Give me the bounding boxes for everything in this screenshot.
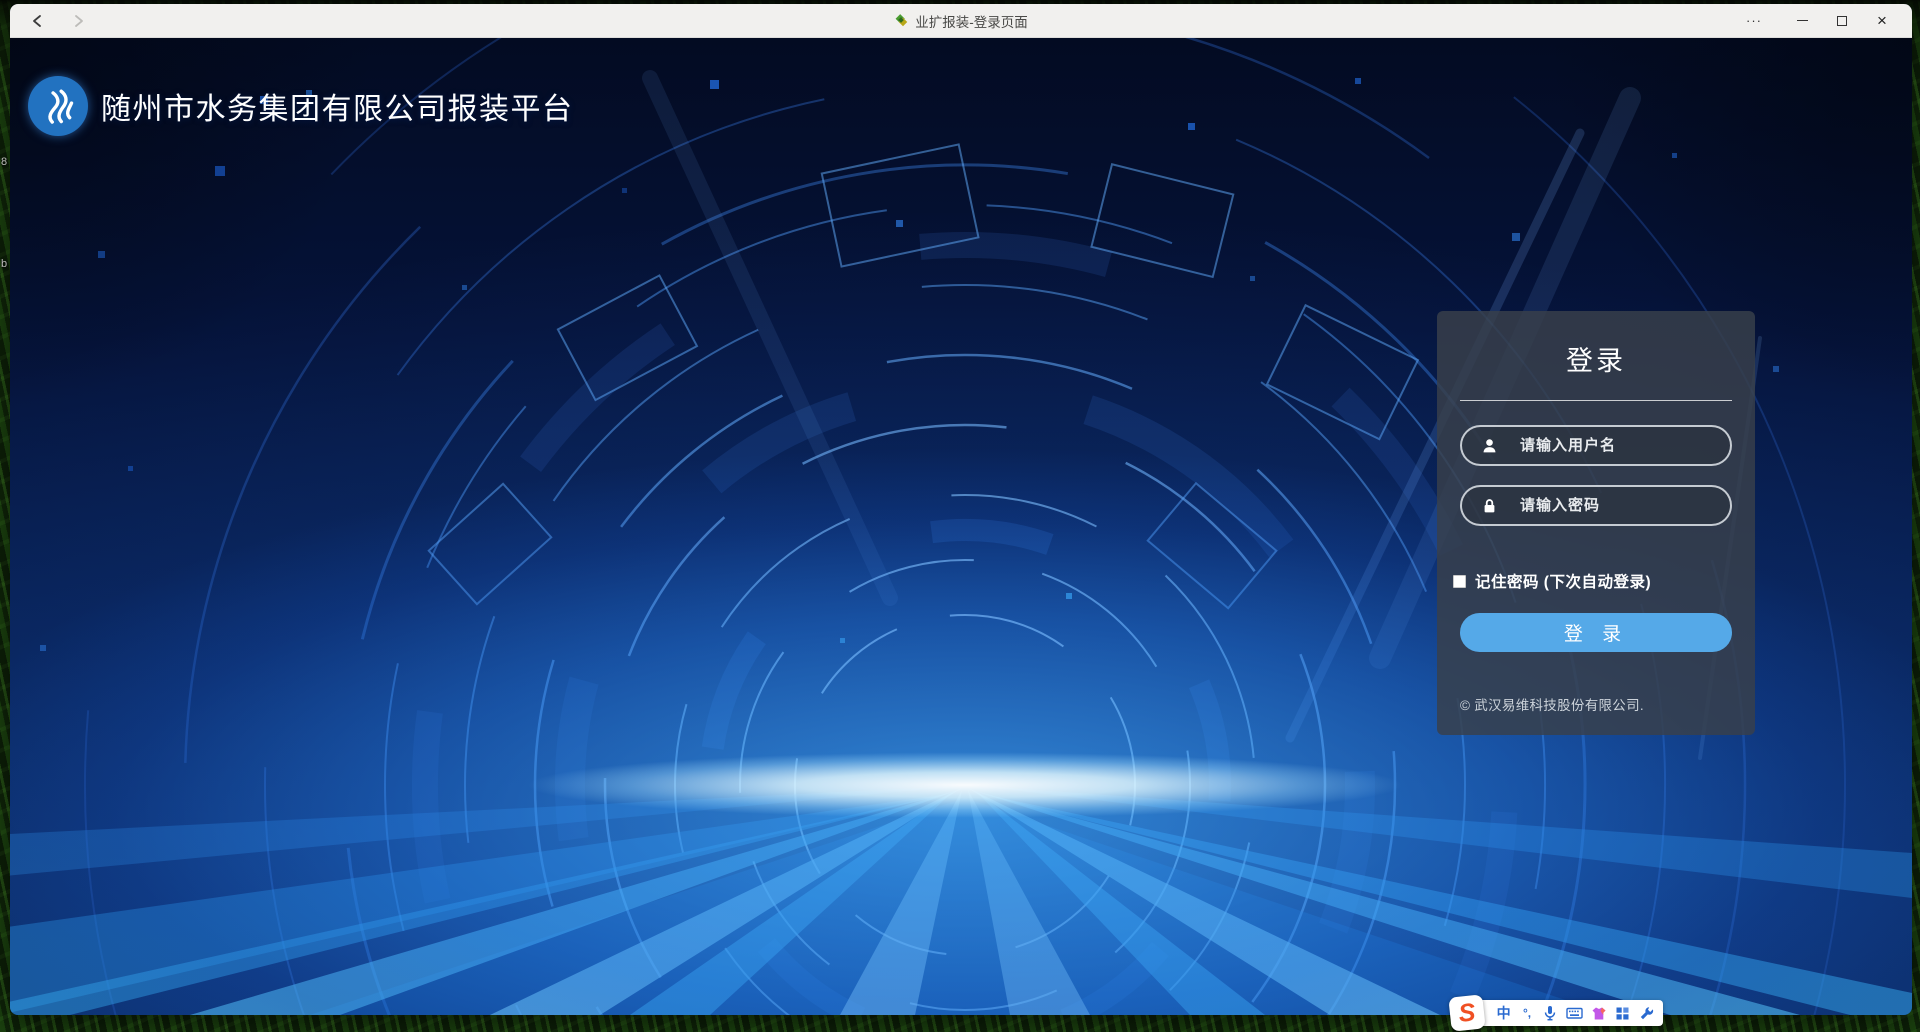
platform-title: 随州市水务集团有限公司报装平台	[101, 84, 574, 128]
wrench-icon	[1639, 1006, 1654, 1021]
login-panel: 登录 记住密码 (下次自动登录) 登 录 © 武汉易维科技股份有限公司.	[1437, 311, 1755, 735]
back-chevron-icon	[30, 13, 46, 29]
heading-divider	[1460, 400, 1732, 401]
tab-title-area: 业扩报装-登录页面	[10, 4, 1912, 37]
username-input[interactable]	[1460, 425, 1732, 466]
forward-button[interactable]	[66, 9, 90, 33]
minimize-icon	[1797, 20, 1808, 22]
grid-apps-icon	[1615, 1006, 1630, 1021]
login-heading: 登录	[1460, 339, 1732, 378]
page-favicon	[894, 14, 908, 28]
maximize-icon	[1837, 16, 1847, 26]
sogou-s-logo: S	[1457, 998, 1477, 1029]
username-field-wrap	[1460, 425, 1732, 466]
browser-window: 业扩报装-登录页面 ··· ×	[10, 4, 1912, 1015]
login-submit-button[interactable]: 登 录	[1460, 613, 1732, 652]
ime-skin-button[interactable]	[1591, 1003, 1607, 1023]
remember-password-option[interactable]: 记住密码 (下次自动登录)	[1453, 570, 1732, 592]
ime-toolbox-button[interactable]	[1615, 1003, 1630, 1023]
more-menu-button[interactable]: ···	[1734, 4, 1774, 37]
sogou-ime-toolbar: S 中 °,	[1466, 1000, 1663, 1026]
password-field-wrap	[1460, 485, 1732, 526]
water-waves-icon	[38, 86, 78, 126]
ime-punctuation-button[interactable]: °,	[1519, 1003, 1534, 1023]
nav-buttons	[10, 9, 270, 33]
microphone-icon	[1543, 1005, 1557, 1021]
ime-keyboard-button[interactable]	[1566, 1003, 1583, 1023]
ime-voice-button[interactable]	[1543, 1003, 1558, 1023]
remember-checkbox[interactable]	[1453, 575, 1466, 588]
password-input[interactable]	[1460, 485, 1732, 526]
water-group-logo	[28, 76, 88, 136]
page-title: 业扩报装-登录页面	[915, 11, 1028, 31]
desktop-icon-label-fragment: 8	[1, 156, 7, 168]
sogou-logo-button[interactable]: S	[1448, 994, 1485, 1031]
back-button[interactable]	[26, 9, 50, 33]
forward-chevron-icon	[70, 13, 86, 29]
close-button[interactable]: ×	[1862, 4, 1902, 37]
remember-label[interactable]: 记住密码 (下次自动登录)	[1475, 570, 1651, 592]
keyboard-icon	[1566, 1006, 1583, 1020]
minimize-button[interactable]	[1782, 4, 1822, 37]
shirt-skin-icon	[1591, 1006, 1607, 1021]
maximize-button[interactable]	[1822, 4, 1862, 37]
brand-header: 随州市水务集团有限公司报装平台	[28, 76, 574, 136]
desktop-icon-label-fragment: b	[1, 258, 7, 270]
login-page-background: 随州市水务集团有限公司报装平台 登录 记住密码 (下次自动登录)	[10, 38, 1912, 1015]
ime-chinese-mode-button[interactable]: 中	[1496, 1003, 1511, 1023]
window-controls: ··· ×	[1734, 4, 1912, 37]
ime-settings-button[interactable]	[1639, 1003, 1654, 1023]
copyright-text: © 武汉易维科技股份有限公司.	[1460, 694, 1732, 714]
window-titlebar: 业扩报装-登录页面 ··· ×	[10, 4, 1912, 38]
